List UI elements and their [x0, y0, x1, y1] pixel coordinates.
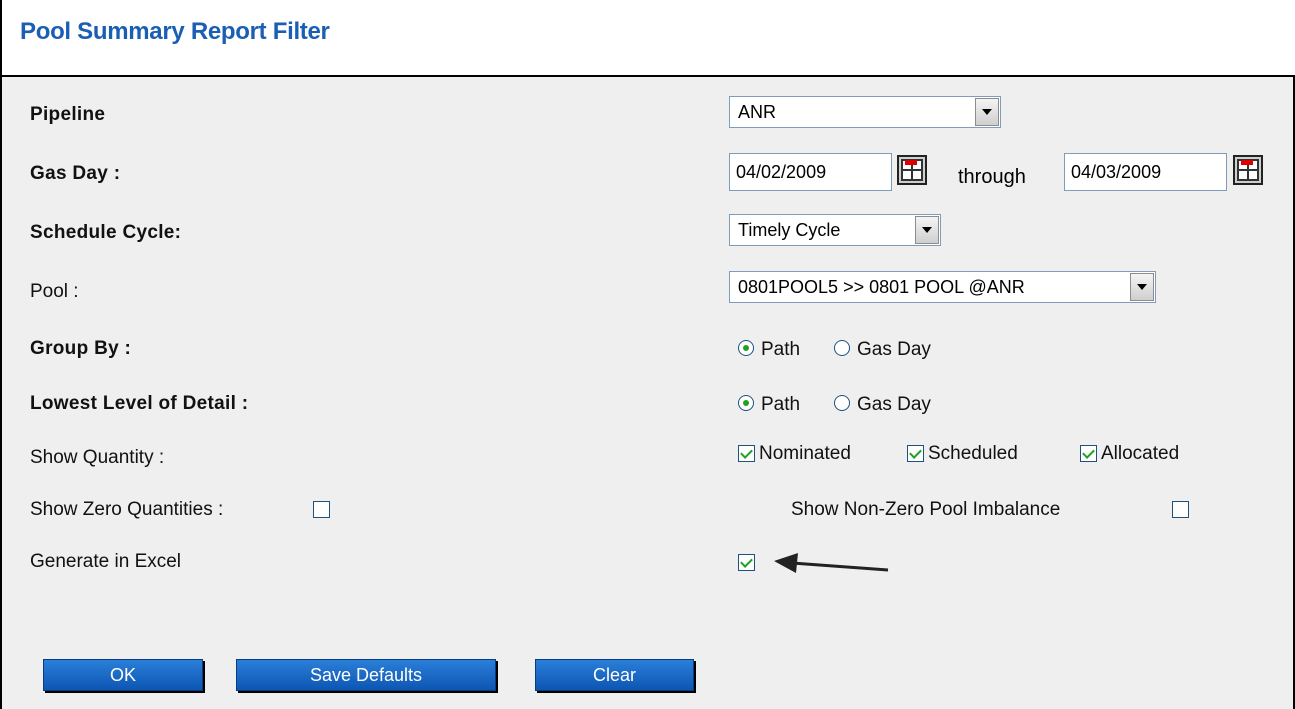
- pipeline-select[interactable]: ANR: [729, 96, 1001, 128]
- page-title: Pool Summary Report Filter: [20, 18, 330, 45]
- gas-day-from-input[interactable]: 04/02/2009: [729, 153, 892, 191]
- scheduled-checkbox[interactable]: [907, 445, 924, 462]
- group-by-path-label: Path: [761, 339, 801, 360]
- chevron-down-icon[interactable]: [1130, 273, 1154, 301]
- show-nonzero-imbalance-label: Show Non-Zero Pool Imbalance: [791, 499, 1061, 520]
- scheduled-label: Scheduled: [928, 443, 1018, 464]
- pool-value: 0801POOL5 >> 0801 POOL @ANR: [738, 277, 1025, 297]
- show-zero-checkbox[interactable]: [313, 501, 330, 518]
- nominated-checkbox[interactable]: [738, 445, 755, 462]
- through-label: through: [958, 166, 1026, 188]
- gas-day-to-input[interactable]: 04/03/2009: [1064, 153, 1227, 191]
- group-by-gas-day-radio[interactable]: [834, 340, 850, 356]
- lowest-level-gas-day-label: Gas Day: [857, 394, 931, 415]
- generate-excel-label: Generate in Excel: [30, 551, 182, 572]
- show-zero-label: Show Zero Quantities :: [30, 499, 224, 520]
- clear-button[interactable]: Clear: [535, 659, 694, 691]
- lowest-level-label: Lowest Level of Detail :: [30, 393, 249, 414]
- schedule-cycle-label: Schedule Cycle:: [30, 222, 182, 243]
- lowest-level-gas-day-radio[interactable]: [834, 395, 850, 411]
- chevron-down-icon[interactable]: [975, 98, 999, 126]
- generate-excel-checkbox[interactable]: [738, 554, 755, 571]
- schedule-cycle-value: Timely Cycle: [738, 220, 841, 240]
- ok-button[interactable]: OK: [43, 659, 203, 691]
- allocated-checkbox[interactable]: [1080, 445, 1097, 462]
- nominated-label: Nominated: [759, 443, 851, 464]
- gas-day-label: Gas Day :: [30, 163, 121, 184]
- group-by-label: Group By :: [30, 338, 132, 359]
- save-defaults-button[interactable]: Save Defaults: [236, 659, 496, 691]
- group-by-path-radio[interactable]: [738, 340, 754, 356]
- group-by-gas-day-label: Gas Day: [857, 339, 931, 360]
- pipeline-value: ANR: [738, 102, 777, 122]
- pipeline-label: Pipeline: [30, 104, 106, 125]
- calendar-icon[interactable]: [1233, 155, 1263, 185]
- header: Pool Summary Report Filter: [0, 0, 1295, 75]
- lowest-level-path-radio[interactable]: [738, 395, 754, 411]
- arrow-left-icon: [774, 553, 889, 573]
- lowest-level-path-label: Path: [761, 394, 801, 415]
- pool-select[interactable]: 0801POOL5 >> 0801 POOL @ANR: [729, 271, 1156, 303]
- chevron-down-icon[interactable]: [915, 216, 939, 244]
- pool-label: Pool :: [30, 281, 79, 302]
- show-nonzero-imbalance-checkbox[interactable]: [1172, 501, 1189, 518]
- allocated-label: Allocated: [1101, 443, 1180, 464]
- calendar-icon[interactable]: [897, 155, 927, 185]
- show-quantity-label: Show Quantity :: [30, 447, 165, 468]
- schedule-cycle-select[interactable]: Timely Cycle: [729, 214, 941, 246]
